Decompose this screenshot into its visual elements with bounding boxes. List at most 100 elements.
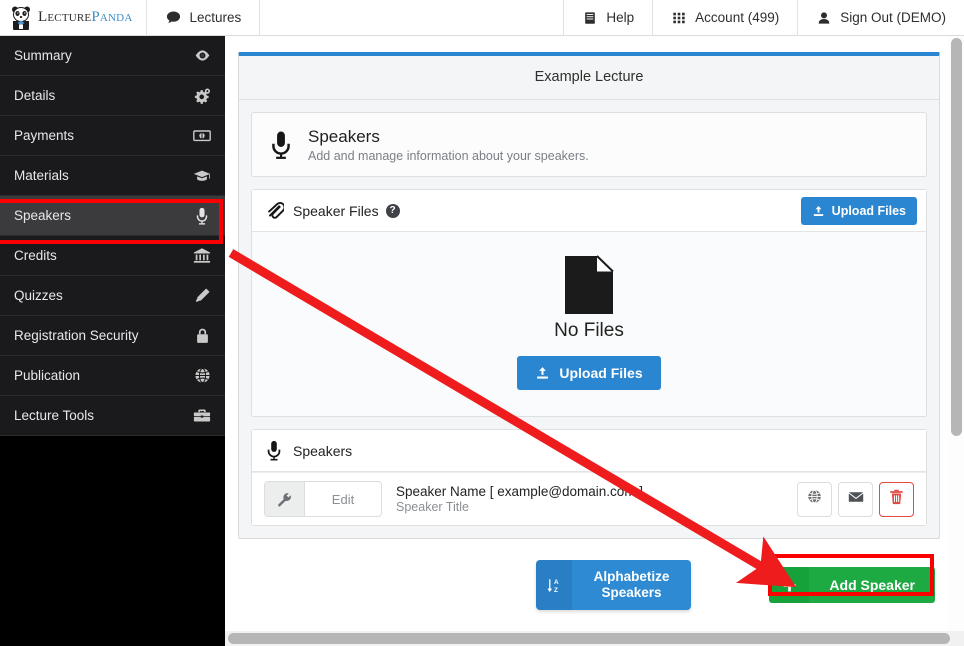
nav-item-sign-out-label: Sign Out (DEMO) — [840, 10, 946, 25]
speaker-files-panel: Speaker Files ? Upload Files No Files Up… — [251, 189, 927, 418]
speaker-files-title: Speaker Files — [293, 202, 379, 219]
svg-text:A: A — [554, 579, 559, 586]
sidebar-item-publication[interactable]: Publication — [0, 356, 225, 396]
sidebar-item-credits[interactable]: Credits — [0, 236, 225, 276]
nav-item-help-label: Help — [606, 10, 635, 25]
grid-apps-icon — [671, 10, 687, 26]
add-speaker-button-label: Add Speaker — [809, 567, 935, 604]
microphone-icon — [264, 441, 284, 461]
upload-files-button-top[interactable]: Upload Files — [800, 197, 917, 226]
graduation-cap-icon — [193, 167, 211, 185]
nav-item-sign-out[interactable]: Sign Out (DEMO) — [797, 0, 964, 35]
add-speaker-button[interactable]: Add Speaker — [769, 567, 935, 604]
sidebar-item-lecture-tools[interactable]: Lecture Tools — [0, 396, 225, 436]
upload-files-button-main-label: Upload Files — [559, 365, 643, 382]
sidebar-item-publication-label: Publication — [14, 368, 81, 383]
gears-icon — [193, 87, 211, 105]
sidebar-item-details[interactable]: Details — [0, 76, 225, 116]
sidebar-item-materials-label: Materials — [14, 168, 69, 183]
sidebar-item-payments-label: Payments — [14, 128, 75, 143]
brand-logo[interactable]: LecturePanda — [0, 0, 148, 35]
horizontal-scrollbar-thumb[interactable] — [228, 633, 950, 644]
sidebar-item-quizzes[interactable]: Quizzes — [0, 276, 225, 316]
sidebar-item-quizzes-label: Quizzes — [14, 288, 63, 303]
globe-icon — [807, 489, 822, 509]
website-button[interactable] — [797, 481, 832, 517]
footer-actions: A Z Alphabetize Speakers Add Speaker — [238, 560, 940, 611]
briefcase-icon — [193, 407, 211, 425]
sidebar-item-speakers-label: Speakers — [14, 208, 72, 223]
envelope-icon — [848, 490, 864, 508]
speaker-files-empty-state: No Files Upload Files — [252, 232, 926, 417]
card-body: Speakers Add and manage information abou… — [239, 100, 939, 538]
speakers-list-title: Speakers — [293, 442, 353, 459]
plus-icon — [769, 567, 810, 604]
table-row: Edit Speaker Name [ example@domain.com ]… — [252, 472, 926, 526]
sidebar-item-payments[interactable]: Payments — [0, 116, 225, 156]
wrench-icon — [265, 482, 305, 517]
eye-icon — [193, 47, 211, 65]
sort-alpha-icon: A Z — [535, 560, 572, 611]
user-icon — [816, 10, 832, 26]
sidebar-item-details-label: Details — [14, 88, 56, 103]
file-icon — [563, 254, 615, 316]
upload-icon — [535, 366, 550, 381]
nav-item-account[interactable]: Account (499) — [652, 0, 797, 35]
svg-text:Z: Z — [554, 586, 558, 593]
lecture-card: Example Lecture Speakers Add and manage … — [238, 52, 940, 540]
sidebar-item-registration-security-label: Registration Security — [14, 328, 139, 343]
upload-files-button-top-label: Upload Files — [831, 204, 906, 219]
alphabetize-speakers-button[interactable]: A Z Alphabetize Speakers — [535, 560, 692, 611]
edit-speaker-button[interactable]: Edit — [264, 481, 382, 518]
no-files-label: No Files — [554, 320, 624, 342]
sidebar-item-materials[interactable]: Materials — [0, 156, 225, 196]
nav-item-help[interactable]: Help — [563, 0, 652, 35]
trash-icon — [889, 489, 904, 510]
upload-files-button-main[interactable]: Upload Files — [517, 356, 661, 391]
sidebar-item-speakers[interactable]: Speakers — [0, 196, 225, 236]
vertical-scrollbar-thumb[interactable] — [951, 38, 962, 436]
app-root: LecturePanda Lectures Help Account (499)… — [0, 0, 964, 646]
nav-item-account-label: Account (499) — [695, 10, 780, 25]
speakers-list-panel: Speakers Edit Speaker Name [example@dom… — [251, 429, 927, 527]
speaker-title: Speaker Title — [396, 500, 469, 515]
pencil-icon — [193, 287, 211, 305]
bank-icon — [193, 247, 211, 265]
brand-word-lecture: Lecture — [38, 9, 92, 25]
sidebar: Summary Details Payments Materials Speak… — [0, 36, 225, 646]
sidebar-item-summary[interactable]: Summary — [0, 36, 225, 76]
speakers-intro: Speakers Add and manage information abou… — [252, 113, 926, 176]
nav-item-lectures[interactable]: Lectures — [147, 0, 261, 35]
speakers-intro-text: Speakers Add and manage information abou… — [308, 126, 589, 163]
microphone-icon — [193, 207, 211, 225]
top-navbar: LecturePanda Lectures Help Account (499)… — [0, 0, 964, 36]
lock-icon — [193, 327, 211, 345]
speaker-info: Speaker Name [ example@domain.com ] Spea… — [382, 484, 797, 514]
sidebar-item-summary-label: Summary — [14, 48, 72, 63]
comment-icon — [165, 10, 181, 26]
speakers-list-header: Speakers — [252, 430, 926, 473]
sidebar-filler — [0, 436, 225, 646]
nav-item-lectures-label: Lectures — [189, 10, 242, 25]
help-circle-icon[interactable]: ? — [385, 203, 400, 218]
speakers-intro-panel: Speakers Add and manage information abou… — [251, 112, 927, 178]
sidebar-item-credits-label: Credits — [14, 248, 57, 263]
alphabetize-speakers-button-label: Alphabetize Speakers — [571, 560, 692, 611]
nav-right-group: Help Account (499) Sign Out (DEMO) — [563, 0, 964, 35]
speaker-row-actions — [797, 481, 914, 517]
paperclip-icon — [264, 201, 284, 221]
money-bill-icon — [193, 127, 211, 145]
microphone-icon — [268, 128, 294, 162]
sidebar-item-registration-security[interactable]: Registration Security — [0, 316, 225, 356]
page-title: Example Lecture — [239, 56, 939, 100]
globe-icon — [193, 367, 211, 385]
brand-text: LecturePanda — [38, 9, 132, 26]
edit-speaker-button-label: Edit — [331, 491, 355, 507]
main-content: Example Lecture Speakers Add and manage … — [225, 36, 964, 646]
email-button[interactable] — [838, 481, 873, 517]
upload-icon — [812, 205, 825, 218]
alphabetize-label-line2: Speakers — [601, 585, 662, 601]
delete-button[interactable] — [879, 481, 914, 517]
book-icon — [582, 10, 598, 26]
